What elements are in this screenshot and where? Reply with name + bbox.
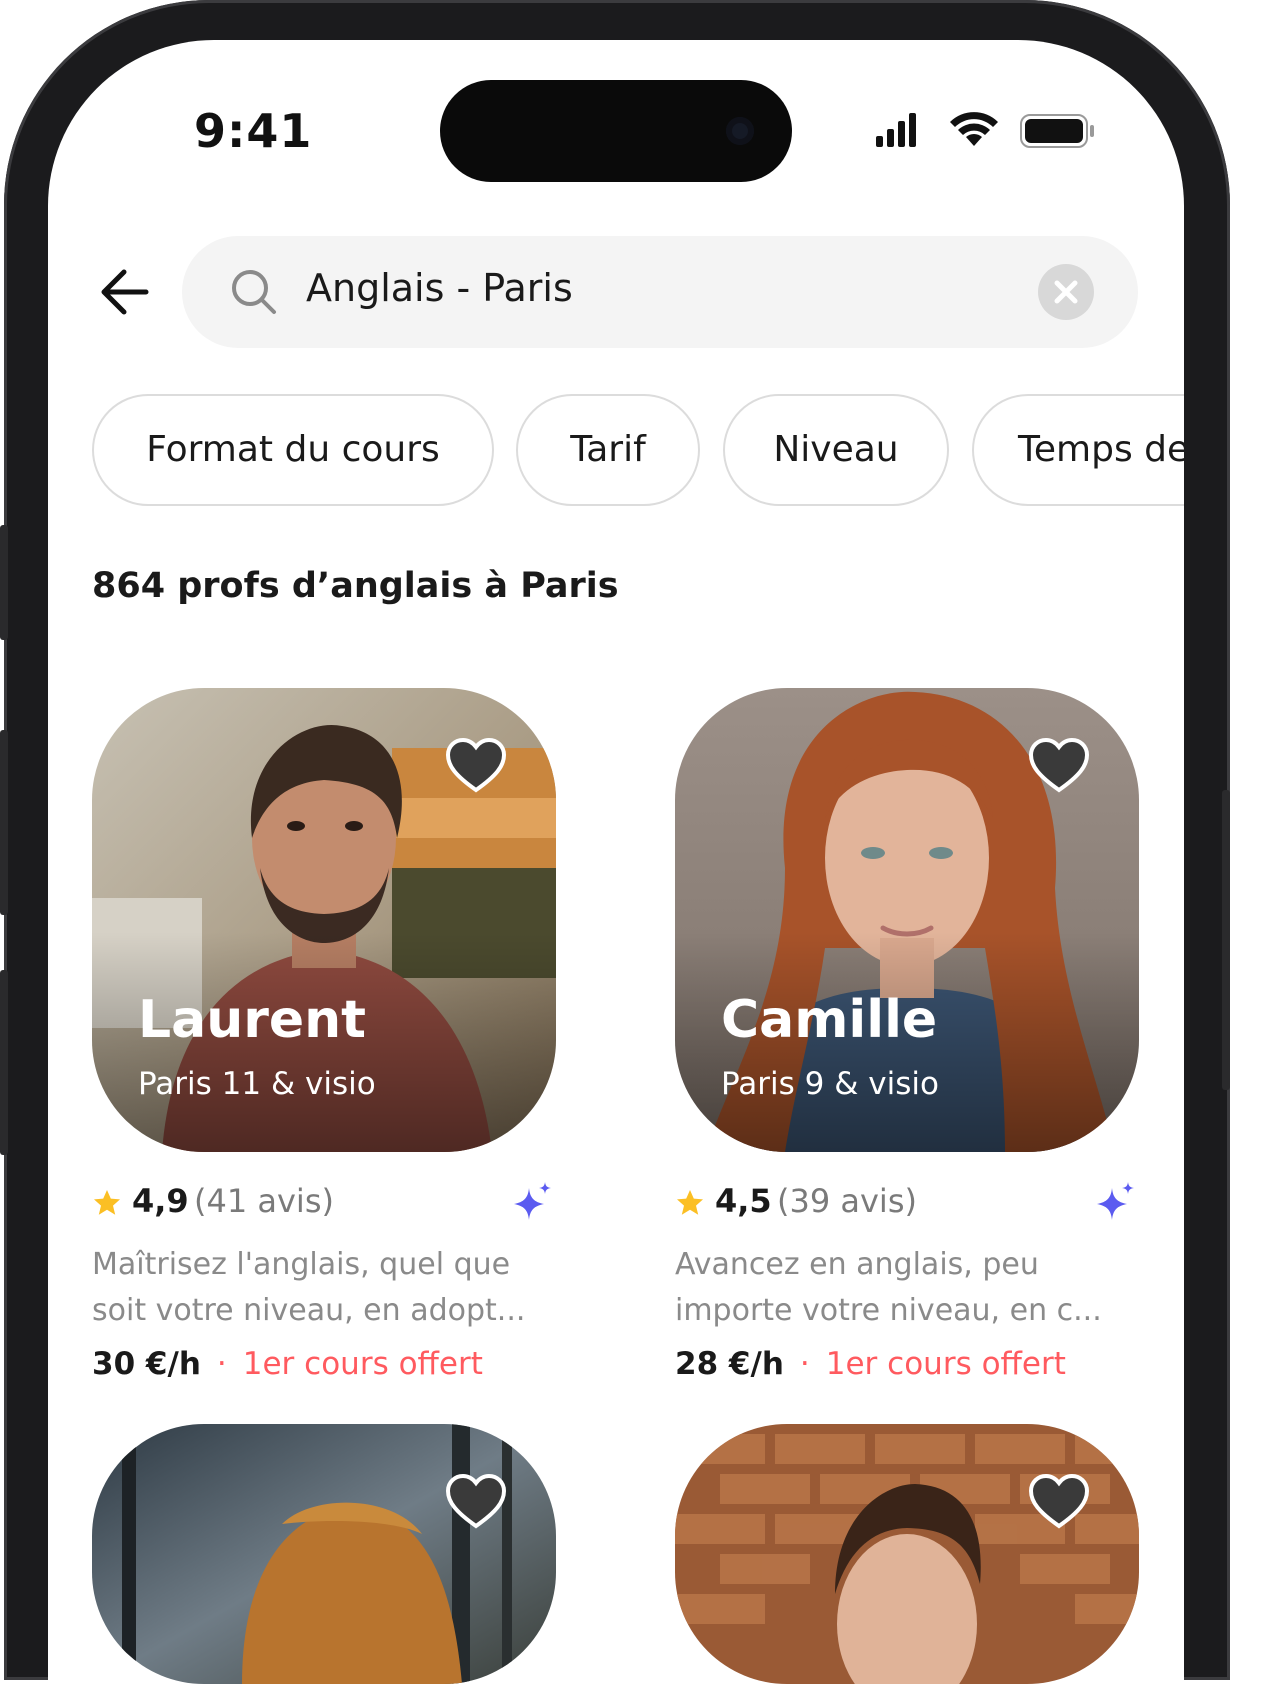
teacher-card[interactable] [92,1424,556,1684]
status-time: 9:41 [194,104,313,158]
filter-clip: Temps de [972,394,1184,506]
price: 30 €/h [92,1346,201,1382]
teacher-card[interactable]: Laurent Paris 11 & visio 4,9 (41 avis) M… [92,688,556,1382]
teacher-photo [92,1424,556,1684]
teacher-card[interactable] [675,1424,1139,1684]
teacher-photo[interactable]: Laurent Paris 11 & visio [92,688,556,1152]
results-count: 864 profs d’anglais à Paris [92,566,619,606]
phone-volume-up-button [0,730,8,915]
phone-volume-down-button [0,970,8,1155]
rating-value: 4,9 [132,1182,189,1220]
price-row: 28 €/h · 1er cours offert [675,1346,1139,1382]
teacher-photo [675,1424,1139,1684]
search-input[interactable]: Anglais - Paris [306,266,573,310]
separator-dot: · [216,1346,227,1382]
clear-search-button[interactable] [1038,264,1094,320]
filter-tarif[interactable]: Tarif [516,394,700,506]
favorite-heart-icon[interactable] [1027,736,1091,796]
teacher-name: Laurent [138,990,367,1050]
camera [726,117,754,145]
rating-value: 4,5 [715,1182,772,1220]
favorite-heart-icon[interactable] [1027,1472,1091,1532]
star-icon [677,1190,703,1215]
sparkle-icon [514,1182,551,1220]
teacher-location: Paris 11 & visio [138,1066,376,1102]
separator-dot: · [799,1346,810,1382]
price-row: 30 €/h · 1er cours offert [92,1346,556,1382]
star-icon [94,1190,120,1215]
description-line: importe votre niveau, en c... [675,1293,1102,1328]
favorite-heart-icon[interactable] [444,736,508,796]
close-icon [1054,280,1078,304]
teacher-photo[interactable]: Camille Paris 9 & visio [675,688,1139,1152]
status-icons [876,112,1094,148]
search-icon [232,270,276,314]
wifi-icon [950,112,998,146]
description-line: Maîtrisez l'anglais, quel que [92,1247,511,1282]
filter-temps-de[interactable]: Temps de [972,394,1184,506]
teacher-description: Maîtrisez l'anglais, quel que soit votre… [92,1242,556,1334]
offer-badge: 1er cours offert [242,1346,483,1382]
battery-icon [1020,114,1094,148]
sparkle-icon [1097,1182,1134,1220]
teacher-description: Avancez en anglais, peu importe votre ni… [675,1242,1139,1334]
search-bar[interactable]: Anglais - Paris [182,236,1138,348]
review-count: (41 avis) [194,1182,334,1220]
phone-side-button [0,525,8,640]
teacher-location: Paris 9 & visio [721,1066,939,1102]
teacher-name: Camille [721,990,938,1050]
favorite-heart-icon[interactable] [444,1472,508,1532]
rating-row: 4,9 (41 avis) [92,1176,556,1232]
dynamic-island [440,80,792,182]
back-arrow-icon[interactable] [98,262,154,322]
offer-badge: 1er cours offert [825,1346,1066,1382]
description-line: Avancez en anglais, peu [675,1247,1039,1282]
rating-row: 4,5 (39 avis) [675,1176,1139,1232]
description-line: soit votre niveau, en adopt... [92,1293,526,1328]
review-count: (39 avis) [777,1182,917,1220]
phone-power-button [1222,790,1230,1090]
teacher-card[interactable]: Camille Paris 9 & visio 4,5 (39 avis) Av… [675,688,1139,1382]
price: 28 €/h [675,1346,784,1382]
filter-niveau[interactable]: Niveau [723,394,949,506]
filter-format-du-cours[interactable]: Format du cours [92,394,494,506]
cellular-signal-icon [876,113,916,147]
